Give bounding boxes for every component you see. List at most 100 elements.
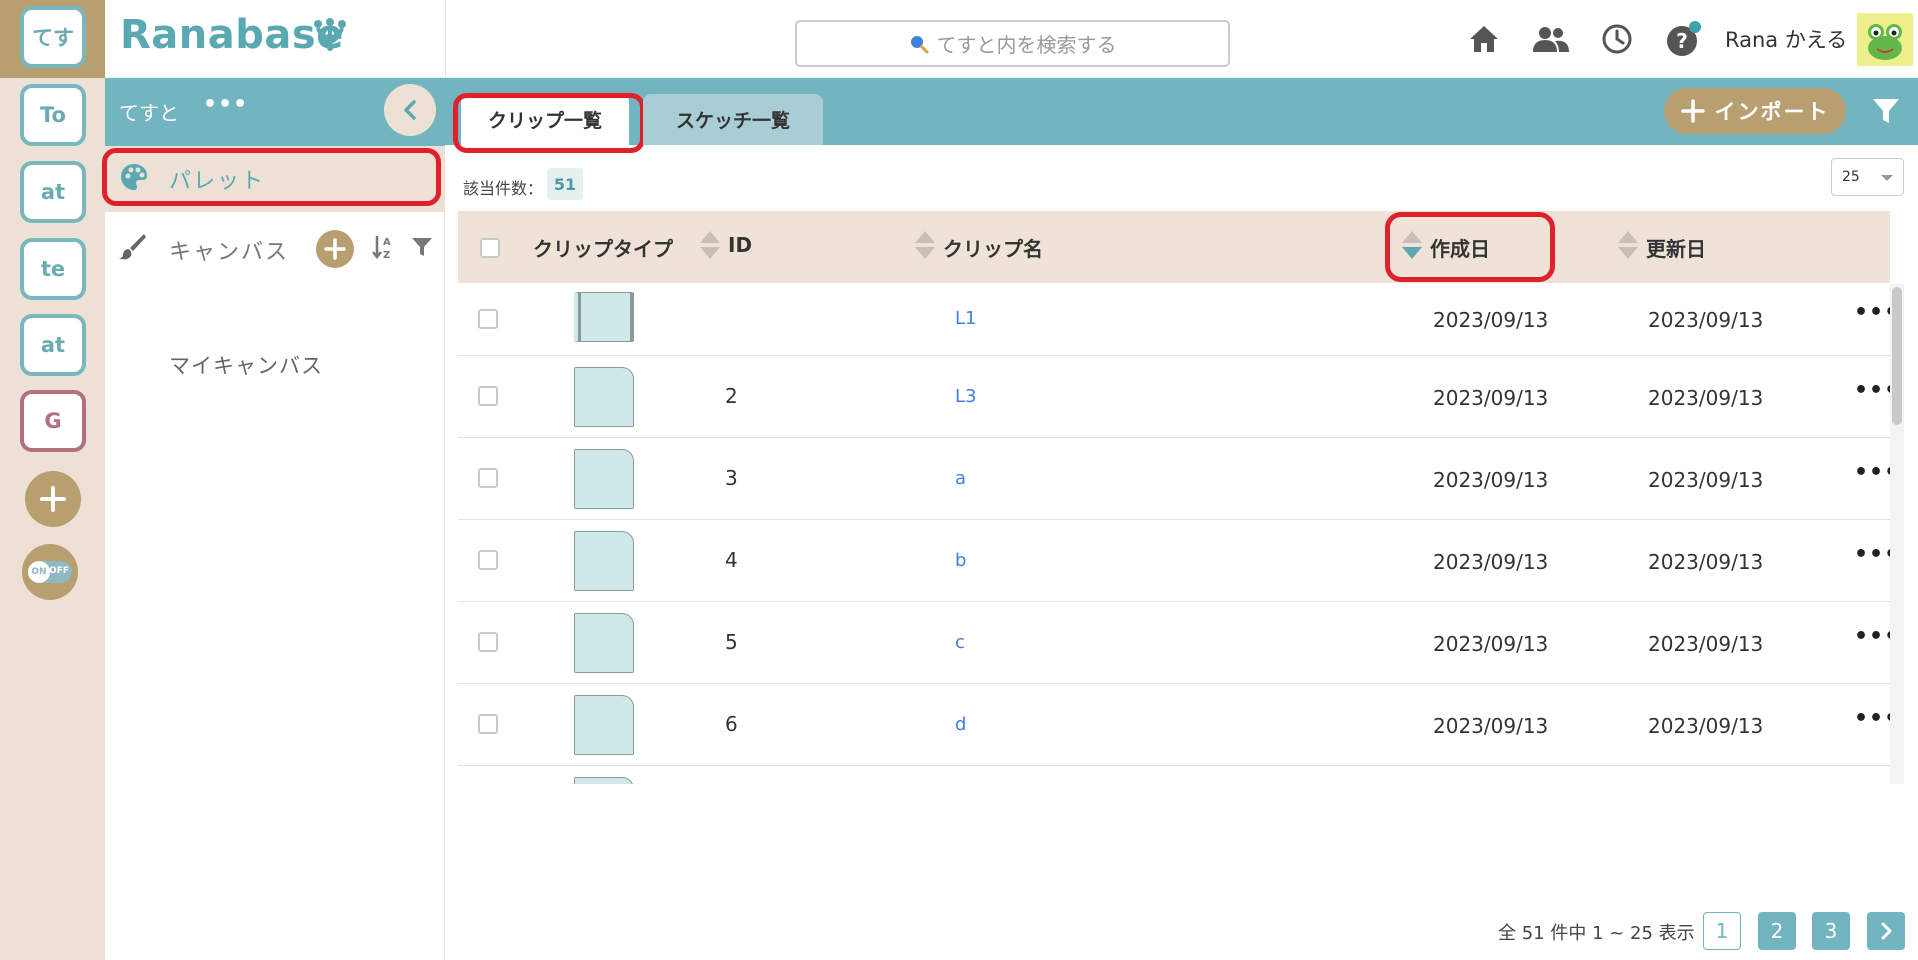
add-canvas-button[interactable] [316, 230, 354, 268]
clock-icon [1602, 24, 1632, 54]
row-more-button[interactable]: ••• [1854, 706, 1890, 731]
workspace-item[interactable]: てす [20, 6, 86, 68]
sort-icon[interactable]: A Z [371, 234, 395, 260]
frog-avatar-icon [1868, 23, 1902, 60]
select-all-checkbox[interactable] [480, 238, 500, 258]
workspace-item[interactable]: at [20, 314, 86, 376]
home-button[interactable] [1465, 20, 1503, 58]
clip-thumbnail[interactable] [574, 613, 634, 673]
workspace-item[interactable]: at [20, 161, 86, 223]
cell-updated: 2023/09/13 [1648, 714, 1764, 738]
row-checkbox[interactable] [478, 632, 498, 652]
table-row[interactable] [458, 766, 1890, 784]
row-more-button[interactable]: ••• [1854, 624, 1890, 649]
cell-id: 5 [725, 630, 738, 654]
clip-thumbnail[interactable] [574, 449, 634, 509]
table-scrollbar-thumb[interactable] [1892, 287, 1902, 425]
tab-sketch-list[interactable]: スケッチ一覧 [643, 94, 823, 145]
workspace-item[interactable]: G [20, 390, 86, 452]
column-header-id[interactable]: ID [728, 233, 752, 257]
clip-name-link[interactable]: d [955, 714, 966, 735]
row-checkbox[interactable] [478, 468, 498, 488]
on-off-toggle[interactable]: ON OFF [22, 544, 78, 600]
row-more-button[interactable]: ••• [1854, 378, 1890, 403]
home-icon [1470, 26, 1498, 52]
header-divider [445, 0, 446, 78]
side-panel: てすと ••• パレット キャンバス A Z マイキャンバス [102, 78, 445, 960]
import-button[interactable]: インポート [1664, 88, 1846, 134]
cell-updated: 2023/09/13 [1648, 386, 1764, 410]
column-header-created[interactable]: 作成日 [1430, 233, 1490, 262]
sort-clip-name-icon[interactable] [915, 231, 935, 263]
clip-name-link[interactable]: c [955, 632, 965, 653]
workspace-item[interactable]: te [20, 238, 86, 300]
sort-created-icon[interactable] [1402, 231, 1422, 263]
cell-created: 2023/09/13 [1433, 550, 1549, 574]
toggle-on-label: ON [28, 561, 50, 583]
page-button-2[interactable]: 2 [1758, 912, 1796, 950]
row-checkbox[interactable] [478, 550, 498, 570]
table-row[interactable]: 5 c 2023/09/13 2023/09/13 ••• [458, 602, 1890, 684]
canvas-item-my-canvas[interactable]: マイキャンバス [169, 350, 323, 380]
column-header-updated[interactable]: 更新日 [1646, 233, 1706, 262]
cell-created: 2023/09/13 [1433, 308, 1549, 332]
people-icon [1533, 27, 1569, 52]
help-button[interactable]: ? [1665, 20, 1703, 58]
chevron-left-icon [404, 100, 416, 120]
per-page-select[interactable]: 25 [1831, 158, 1904, 196]
table-row[interactable]: 3 a 2023/09/13 2023/09/13 ••• [458, 438, 1890, 520]
clip-thumbnail[interactable] [574, 292, 634, 342]
top-header: Ranabase てすと内を検索する ? Rana かえる [105, 0, 1918, 78]
toggle-switch: ON OFF [28, 561, 72, 583]
table-row[interactable]: 6 d 2023/09/13 2023/09/13 ••• [458, 684, 1890, 766]
tab-clip-list[interactable]: クリップ一覧 [461, 94, 629, 145]
row-more-button[interactable]: ••• [1854, 460, 1890, 485]
user-name[interactable]: Rana かえる [1725, 24, 1847, 54]
cell-created: 2023/09/13 [1433, 386, 1549, 410]
svg-text:?: ? [1676, 29, 1688, 53]
row-more-button[interactable]: ••• [1854, 542, 1890, 567]
workspace-more-button[interactable]: ••• [203, 92, 248, 117]
table-row[interactable]: L1 2023/09/13 2023/09/13 ••• [458, 284, 1890, 356]
column-header-clip-name[interactable]: クリップ名 [943, 233, 1043, 262]
avatar[interactable] [1857, 13, 1913, 66]
palette-highlight [102, 148, 441, 206]
history-button[interactable] [1598, 20, 1636, 58]
cell-id: 2 [725, 384, 738, 408]
next-page-button[interactable] [1867, 912, 1905, 950]
clip-name-link[interactable]: b [955, 550, 966, 571]
row-checkbox[interactable] [478, 386, 498, 406]
sort-id-icon[interactable] [700, 231, 720, 263]
cell-id: 3 [725, 466, 738, 490]
table-row[interactable]: 2 L3 2023/09/13 2023/09/13 ••• [458, 356, 1890, 438]
members-button[interactable] [1532, 20, 1570, 58]
cell-created: 2023/09/13 [1433, 714, 1549, 738]
clip-thumbnail[interactable] [574, 531, 634, 591]
table-row[interactable]: 4 b 2023/09/13 2023/09/13 ••• [458, 520, 1890, 602]
column-header-clip-type: クリップタイプ [533, 237, 673, 261]
row-checkbox[interactable] [478, 309, 498, 329]
cell-id: 6 [725, 712, 738, 736]
sidebar-item-palette[interactable]: パレット [102, 146, 445, 212]
row-checkbox[interactable] [478, 714, 498, 734]
add-workspace-button[interactable] [25, 471, 81, 527]
sort-updated-icon[interactable] [1618, 231, 1638, 263]
sidebar-item-canvas[interactable]: キャンバス A Z [105, 212, 445, 282]
filter-icon[interactable] [1871, 96, 1901, 126]
clip-name-link[interactable]: L1 [955, 308, 976, 329]
clip-name-link[interactable]: L3 [955, 386, 976, 407]
workspace-item[interactable]: To [20, 84, 86, 146]
collapse-panel-button[interactable] [384, 84, 436, 136]
page-button-1[interactable]: 1 [1703, 912, 1741, 950]
clip-name-link[interactable]: a [955, 468, 966, 489]
page-button-3[interactable]: 3 [1812, 912, 1850, 950]
frog-foot-icon [314, 18, 346, 51]
clip-thumbnail[interactable] [574, 695, 634, 755]
search-input[interactable]: てすと内を検索する [795, 20, 1230, 67]
import-label: インポート [1714, 100, 1830, 124]
row-more-button[interactable]: ••• [1854, 300, 1890, 325]
cell-id: 4 [725, 548, 738, 572]
filter-icon[interactable] [411, 236, 433, 258]
clip-thumbnail[interactable] [574, 367, 634, 427]
clip-thumbnail[interactable] [574, 777, 634, 784]
